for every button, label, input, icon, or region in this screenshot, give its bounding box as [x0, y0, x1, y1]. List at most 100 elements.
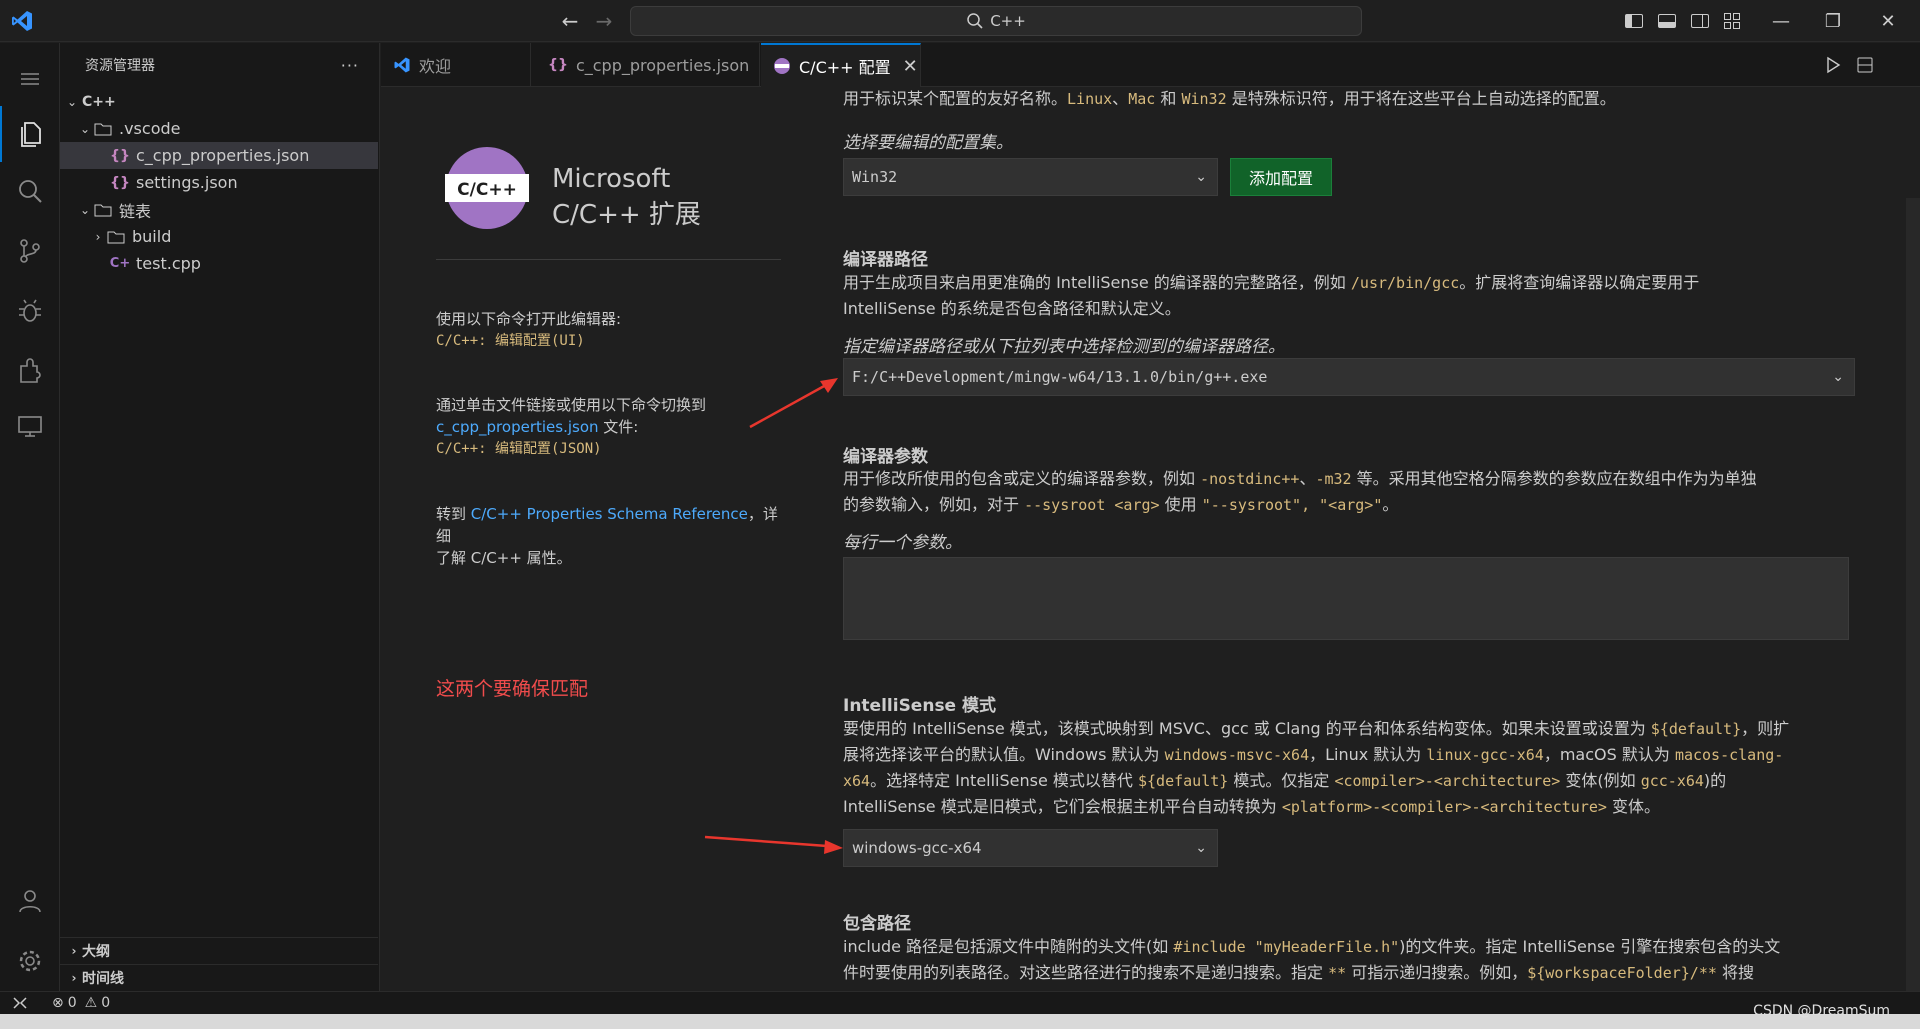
json-file-icon: {} — [110, 174, 130, 191]
extension-title-line1: Microsoft — [552, 164, 671, 194]
bottom-strip — [0, 1014, 1920, 1029]
divider — [436, 259, 781, 260]
command-center-text: C++ — [990, 12, 1026, 30]
switch-text-suffix: 文件: — [598, 418, 639, 436]
intellisense-mode-description: 要使用的 IntelliSense 模式，该模式映射到 MSVC、gcc 或 C… — [843, 719, 1790, 816]
compiler-path-hint: 指定编译器路径或从下拉列表中选择检测到的编译器路径。 — [843, 337, 1285, 357]
settings-gear-icon[interactable] — [0, 933, 60, 989]
schema-reference-info: 转到 C/C++ Properties Schema Reference，详细 … — [436, 503, 786, 569]
tree-item-c-cpp-properties[interactable]: {} c_cpp_properties.json — [60, 142, 378, 169]
error-count: 0 — [67, 995, 77, 1011]
chevron-right-icon: › — [71, 944, 77, 958]
tree-item-root-folder[interactable]: ⌄ C++ — [60, 88, 378, 115]
warning-icon: ⚠ — [84, 995, 98, 1011]
warning-count: 0 — [101, 995, 111, 1011]
schema-reference-link[interactable]: C/C++ Properties Schema Reference — [471, 505, 748, 523]
minimize-icon[interactable]: — — [1758, 6, 1804, 36]
run-debug-icon[interactable] — [0, 283, 60, 339]
compiler-args-title: 编译器参数 — [843, 447, 928, 467]
json-icon: {} — [548, 57, 568, 73]
run-icon[interactable] — [1823, 55, 1843, 75]
chevron-down-icon: ⌄ — [79, 121, 91, 136]
switch-text: 通过单击文件链接或使用以下命令切换到 — [436, 396, 707, 414]
search-icon — [967, 13, 983, 29]
select-config-hint: 选择要编辑的配置集。 — [843, 133, 1013, 153]
chevron-right-icon: › — [71, 971, 77, 985]
command-center-search[interactable]: C++ — [630, 6, 1362, 36]
arrow-right-icon[interactable]: → — [592, 9, 616, 33]
search-icon[interactable] — [0, 163, 60, 219]
include-path-description: include 路径是包括源文件中随附的头文件(如 #include "myHe… — [843, 937, 1781, 982]
toggle-primary-sidebar-icon[interactable] — [1623, 10, 1645, 32]
outline-label: 大纲 — [82, 944, 110, 960]
accounts-icon[interactable] — [0, 873, 60, 929]
open-ui-command: C/C++: 编辑配置(UI) — [436, 333, 585, 349]
sidebar-header: 资源管理器 ··· — [60, 43, 379, 87]
open-ui-text: 使用以下命令打开此编辑器: — [436, 310, 622, 328]
tree-item-label: .vscode — [119, 119, 181, 138]
json-file-icon: {} — [110, 147, 130, 164]
chevron-right-icon: › — [95, 229, 101, 244]
status-bar: ⊗ 0 ⚠ 0 — [0, 991, 1920, 1014]
timeline-section[interactable]: › 时间线 — [60, 964, 378, 991]
remote-explorer-icon[interactable] — [0, 398, 60, 454]
split-editor-icon[interactable] — [1855, 55, 1875, 75]
folder-icon — [93, 120, 113, 138]
vscode-logo-icon[interactable] — [10, 9, 34, 33]
menu-icon[interactable] — [0, 51, 60, 107]
add-config-button[interactable]: 添加配置 — [1230, 158, 1332, 196]
customize-layout-icon[interactable] — [1721, 10, 1743, 32]
cpp-extension-icon — [773, 57, 791, 75]
compiler-path-select[interactable]: F:/C++Development/mingw-w64/13.1.0/bin/g… — [843, 358, 1855, 396]
explorer-icon[interactable] — [0, 106, 60, 162]
extensions-icon[interactable] — [0, 343, 60, 399]
switch-json-info: 通过单击文件链接或使用以下命令切换到 c_cpp_properties.json… — [436, 394, 786, 460]
toggle-panel-icon[interactable] — [1656, 10, 1678, 32]
close-icon[interactable]: ✕ — [1865, 6, 1911, 36]
tab-c-cpp-properties-json[interactable]: {} c_cpp_properties.json — [532, 43, 760, 87]
explorer-sidebar: 资源管理器 ··· ⌄ C++ ⌄ .vscode {} c_cpp_prope… — [60, 43, 380, 991]
compiler-args-textarea[interactable] — [843, 557, 1849, 640]
watermark-text: CSDN @DreamSum — [1753, 1003, 1890, 1019]
intellisense-mode-select[interactable]: windows-gcc-x64 ⌄ — [843, 829, 1218, 867]
tree-item-label: C++ — [82, 93, 116, 110]
restore-icon[interactable]: ❐ — [1810, 6, 1856, 36]
c-cpp-properties-link[interactable]: c_cpp_properties.json — [436, 418, 599, 436]
tab-cpp-config[interactable]: C/C++ 配置 ✕ — [761, 43, 921, 87]
tab-welcome[interactable]: 欢迎 — [381, 43, 531, 87]
source-control-icon[interactable] — [0, 223, 60, 279]
tree-item-settings-json[interactable]: {} settings.json — [60, 169, 378, 196]
compiler-path-value: F:/C++Development/mingw-w64/13.1.0/bin/g… — [852, 368, 1268, 386]
tree-item-label: settings.json — [136, 173, 238, 192]
close-tab-icon[interactable]: ✕ — [903, 56, 918, 77]
tree-item-label: test.cpp — [136, 254, 201, 273]
tree-item-linked-list-folder[interactable]: ⌄ 链表 — [60, 196, 378, 223]
remote-indicator-icon[interactable] — [0, 992, 40, 1015]
toggle-secondary-sidebar-icon[interactable] — [1689, 10, 1711, 32]
title-bar: ← → C++ — ❐ ✕ — [0, 0, 1920, 42]
arrow-left-icon[interactable]: ← — [558, 9, 582, 33]
intellisense-mode-title: IntelliSense 模式 — [843, 696, 997, 716]
config-select-value: Win32 — [852, 168, 898, 186]
intellisense-mode-value: windows-gcc-x64 — [852, 839, 982, 857]
outline-section[interactable]: › 大纲 — [60, 937, 378, 964]
tree-item-test-cpp[interactable]: C+ test.cpp — [60, 250, 378, 277]
annotation-arrow-intellisense — [704, 835, 843, 854]
tab-label: 欢迎 — [419, 57, 452, 76]
switch-json-command: C/C++: 编辑配置(JSON) — [436, 441, 602, 457]
tab-label: C/C++ 配置 — [799, 58, 891, 77]
sidebar-title: 资源管理器 — [85, 58, 155, 74]
editor-scrollbar[interactable] — [1906, 198, 1920, 991]
tree-item-label: build — [132, 227, 172, 246]
activity-bar — [0, 43, 60, 991]
config-select[interactable]: Win32 ⌄ — [843, 158, 1218, 196]
annotation-note: 这两个要确保匹配 — [436, 678, 589, 700]
timeline-label: 时间线 — [82, 971, 124, 987]
chevron-down-icon: ⌄ — [1195, 840, 1207, 856]
more-actions-icon[interactable]: ··· — [341, 56, 359, 75]
tree-item-build-folder[interactable]: › build — [60, 223, 378, 250]
goto-text: 转到 — [436, 505, 471, 523]
compiler-path-description: 用于生成项目来启用更准确的 IntelliSense 的编译器的完整路径，例如 … — [843, 273, 1700, 318]
problems-indicator[interactable]: ⊗ 0 ⚠ 0 — [52, 995, 110, 1011]
tree-item-vscode-folder[interactable]: ⌄ .vscode — [60, 115, 378, 142]
